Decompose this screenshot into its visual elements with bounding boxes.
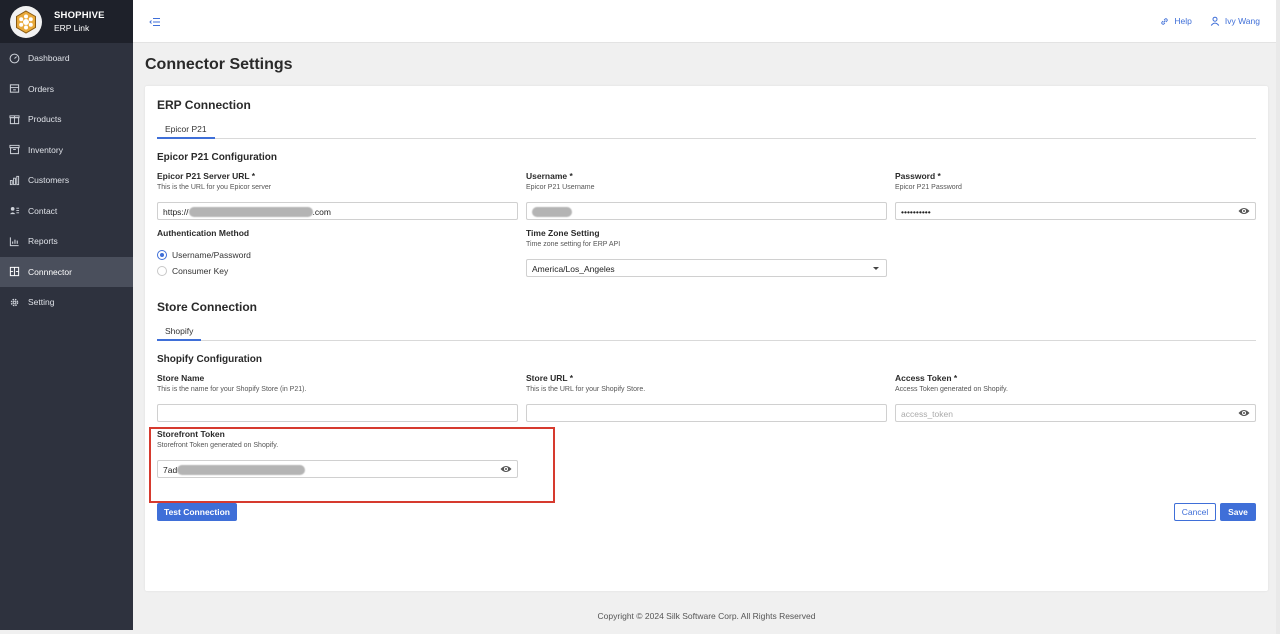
link-icon [1161,17,1169,25]
auth-method-field: Authentication Method Username/Password … [157,228,518,279]
brand[interactable]: SHOPHIVE ERP Link [0,0,133,43]
erp-tabbar: Epicor P21 [157,124,1256,139]
store-url-input[interactable] [526,404,887,422]
store-url-help: This is the URL for your Shopify Store. [526,386,646,393]
highlight-annotation-box [149,427,555,503]
radio-username-password[interactable]: Username/Password [157,247,518,263]
box-icon [8,113,20,125]
help-link[interactable]: Help [1160,16,1192,26]
username-help: Epicor P21 Username [526,184,595,191]
timezone-field: Time Zone Setting Time zone setting for … [526,228,887,277]
store-url-field: Store URL * This is the URL for your Sho… [526,373,887,422]
eye-icon[interactable] [1238,206,1250,216]
server-url-field: Epicor P21 Server URL * This is the URL … [157,171,518,220]
auth-method-label: Authentication Method [157,228,250,238]
store-url-label: Store URL * [526,373,574,383]
test-connection-button[interactable]: Test Connection [157,503,237,521]
user-name: Ivy Wang [1224,16,1260,26]
access-token-field: Access Token * Access Token generated on… [895,373,1256,422]
password-field: Password * Epicor P21 Password •••••••••… [895,171,1256,220]
bar-chart-icon [8,174,20,186]
sidebar-item-setting[interactable]: Setting [0,287,133,318]
username-field: Username * Epicor P21 Username [526,171,887,220]
access-token-input[interactable]: access_token [895,404,1256,422]
store-config-title: Shopify Configuration [157,354,262,365]
topbar: Help Ivy Wang [133,0,1280,43]
sidebar-item-label: Connnector [28,266,72,277]
chart-icon [8,235,20,247]
sidebar-item-label: Inventory [28,144,63,155]
erp-config-title: Epicor P21 Configuration [157,152,278,163]
sidebar-item-label: Reports [28,236,58,247]
server-url-label: Epicor P21 Server URL * [157,171,256,181]
cancel-button[interactable]: Cancel [1174,503,1216,521]
orders-icon [8,83,20,95]
menu-toggle-icon[interactable] [149,16,161,28]
page-title: Connector Settings [145,56,293,73]
password-label: Password * [895,171,941,181]
server-url-input[interactable]: https://.com [157,202,518,220]
help-label: Help [1174,16,1192,26]
store-name-input[interactable] [157,404,518,422]
timezone-help: Time zone setting for ERP API [526,241,621,248]
timezone-label: Time Zone Setting [526,228,600,238]
sidebar-item-label: Contact [28,205,58,216]
sidebar-item-products[interactable]: Products [0,104,133,135]
sidebar-item-orders[interactable]: Orders [0,74,133,105]
sidebar-item-label: Dashboard [28,53,70,64]
username-label: Username * [526,171,573,181]
sidebar: SHOPHIVE ERP Link Dashboard Orders Produ… [0,0,133,630]
sidebar-item-label: Setting [28,297,55,308]
redacted-mask [188,207,313,217]
sidebar-item-customers[interactable]: Customers [0,165,133,196]
sidebar-item-connector[interactable]: Connnector [0,256,133,287]
caret-down-icon [873,267,879,270]
sidebar-item-label: Orders [28,83,54,94]
contact-card-icon [8,205,20,217]
sidebar-item-dashboard[interactable]: Dashboard [0,43,133,74]
eye-icon[interactable] [1238,408,1250,418]
window-scrollbar[interactable] [1276,0,1280,634]
radio-consumer-key[interactable]: Consumer Key [157,263,518,279]
footer-copyright: Copyright © 2024 Silk Software Corp. All… [597,611,816,621]
store-name-help: This is the name for your Shopify Store … [157,386,307,393]
server-url-help: This is the URL for you Epicor server [157,184,272,191]
sidebar-item-inventory[interactable]: Inventory [0,135,133,166]
redacted-mask [532,207,572,217]
gauge-icon [8,52,20,64]
username-input[interactable] [526,202,887,220]
sidebar-item-label: Customers [28,175,70,186]
brand-subtitle: ERP Link [54,22,90,33]
sidebar-item-label: Products [28,114,62,125]
settings-card: ERP Connection Epicor P21 Epicor P21 Con… [145,86,1268,591]
timezone-select[interactable]: America/Los_Angeles [526,259,887,277]
store-name-field: Store Name This is the name for your Sho… [157,373,518,422]
sidebar-item-reports[interactable]: Reports [0,226,133,257]
archive-icon [8,144,20,156]
brand-name: SHOPHIVE [54,9,105,21]
store-name-label: Store Name [157,373,205,383]
tab-epicor-p21[interactable]: Epicor P21 [157,124,215,139]
erp-section-title: ERP Connection [157,98,251,112]
radio-checked-icon[interactable] [157,250,167,260]
user-menu[interactable]: Ivy Wang [1210,16,1260,26]
logo-hexagon-icon [10,5,42,38]
password-help: Epicor P21 Password [895,184,962,191]
password-input[interactable]: •••••••••• [895,202,1256,220]
radio-unchecked-icon[interactable] [157,266,167,276]
sidebar-nav: Dashboard Orders Products Inventory Cust… [0,43,133,318]
user-icon [1210,16,1220,26]
store-tabbar: Shopify [157,326,1256,341]
sidebar-item-contact[interactable]: Contact [0,196,133,227]
save-button[interactable]: Save [1220,503,1256,521]
access-token-label: Access Token * [895,373,958,383]
access-token-help: Access Token generated on Shopify. [895,386,1008,393]
gear-icon [8,296,20,308]
tab-shopify[interactable]: Shopify [157,326,202,341]
connector-icon [8,266,20,278]
store-section-title: Store Connection [157,300,258,314]
